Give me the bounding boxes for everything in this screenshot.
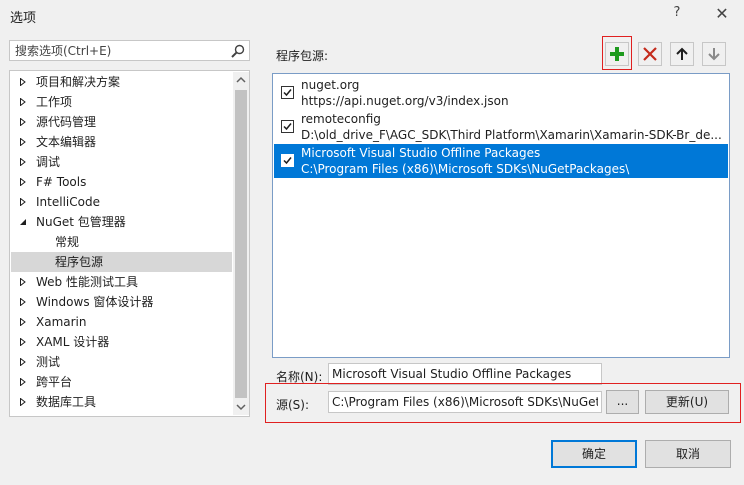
tree-item-label: 文本编辑器: [36, 135, 97, 149]
ok-button[interactable]: 确定: [551, 440, 637, 468]
enabled-checkbox[interactable]: [281, 154, 294, 167]
close-button[interactable]: ✕: [712, 3, 732, 25]
tree-item[interactable]: 跨平台: [11, 372, 232, 392]
scroll-down-icon[interactable]: [233, 399, 249, 415]
name-input[interactable]: [329, 364, 598, 384]
source-list-item[interactable]: nuget.org https://api.nuget.org/v3/index.…: [274, 76, 728, 110]
browse-button[interactable]: ...: [606, 390, 639, 414]
chevron-right-icon[interactable]: [19, 152, 29, 172]
tree-item[interactable]: Xamarin: [11, 312, 232, 332]
tree-item-label: 数据库工具: [36, 395, 97, 409]
chevron-expanded-icon[interactable]: [19, 212, 29, 232]
chevron-right-icon[interactable]: [19, 392, 29, 412]
tree-scrollbar[interactable]: [233, 72, 249, 415]
search-icon[interactable]: [230, 43, 246, 59]
chevron-right-icon[interactable]: [19, 72, 29, 92]
remove-source-button[interactable]: [638, 42, 662, 66]
source-input[interactable]: [329, 392, 598, 412]
tree-item-label: XAML 设计器: [36, 335, 110, 349]
source-url: https://api.nuget.org/v3/index.json: [301, 94, 509, 108]
source-field-box: [328, 391, 602, 413]
source-list-item[interactable]: Microsoft Visual Studio Offline Packages…: [274, 144, 728, 178]
source-url: C:\Program Files (x86)\Microsoft SDKs\Nu…: [301, 162, 630, 176]
tree-item-label: NuGet 包管理器: [36, 215, 126, 229]
tree-item-label: 工作项: [36, 95, 73, 109]
move-up-button[interactable]: [670, 42, 694, 66]
tree-item[interactable]: F# Tools: [11, 172, 232, 192]
tree-item[interactable]: NuGet 包管理器: [11, 212, 232, 232]
tree-item-label: 调试: [36, 155, 61, 169]
chevron-right-icon[interactable]: [19, 192, 29, 212]
chevron-right-icon[interactable]: [19, 132, 29, 152]
move-down-button[interactable]: [702, 42, 726, 66]
chevron-right-icon[interactable]: [19, 312, 29, 332]
search-box: [9, 40, 250, 61]
scroll-thumb[interactable]: [235, 90, 247, 398]
tree-item[interactable]: 调试: [11, 152, 232, 172]
tree-item-label: IntelliCode: [36, 195, 100, 209]
tree-item-label: Windows 窗体设计器: [36, 295, 154, 309]
tree-item[interactable]: IntelliCode: [11, 192, 232, 212]
chevron-right-icon[interactable]: [19, 332, 29, 352]
source-name: nuget.org: [301, 78, 360, 92]
chevron-right-icon[interactable]: [19, 272, 29, 292]
options-tree: 项目和解决方案 工作项源代码管理文本编辑器调试 F# Tools IntelliCod…: [9, 70, 250, 417]
enabled-checkbox[interactable]: [281, 86, 294, 99]
tree-item-label: 源代码管理: [36, 115, 97, 129]
tree-item[interactable]: 数据库工具: [11, 392, 232, 412]
tree-item[interactable]: 项目和解决方案: [11, 72, 232, 92]
source-name: Microsoft Visual Studio Offline Packages: [301, 146, 541, 160]
tree-item-label: F# Tools: [36, 175, 87, 189]
tree-item-label: 程序包源: [55, 255, 104, 269]
tree-item[interactable]: 文本编辑器: [11, 132, 232, 152]
chevron-right-icon[interactable]: [19, 352, 29, 372]
source-label: 源(S):: [276, 398, 310, 412]
tree-item[interactable]: 程序包源: [11, 252, 232, 272]
source-url: D:\old_drive_F\AGC_SDK\Third Platform\Xa…: [301, 128, 722, 142]
tree-item-label: 跨平台: [36, 375, 73, 389]
cancel-button[interactable]: 取消: [645, 440, 731, 468]
chevron-right-icon[interactable]: [19, 292, 29, 312]
source-name: remoteconfig: [301, 112, 381, 126]
sources-list: nuget.org https://api.nuget.org/v3/index.…: [272, 73, 730, 358]
name-field-box: [328, 363, 602, 385]
tree-item-label: 测试: [36, 355, 61, 369]
chevron-right-icon[interactable]: [19, 112, 29, 132]
enabled-checkbox[interactable]: [281, 120, 294, 133]
chevron-right-icon[interactable]: [19, 372, 29, 392]
sources-label: 程序包源:: [276, 49, 329, 63]
tree-item[interactable]: Windows 窗体设计器: [11, 292, 232, 312]
tree-item[interactable]: Web 性能测试工具: [11, 272, 232, 292]
tree-item-label: 项目和解决方案: [36, 75, 121, 89]
title-bar: [0, 0, 744, 30]
add-source-button[interactable]: [605, 42, 629, 66]
chevron-right-icon[interactable]: [19, 172, 29, 192]
tree-item[interactable]: 测试: [11, 352, 232, 372]
update-button[interactable]: 更新(U): [645, 390, 729, 414]
source-list-item[interactable]: remoteconfig D:\old_drive_F\AGC_SDK\Third…: [274, 110, 728, 144]
tree-item-label: Xamarin: [36, 315, 87, 329]
tree-item[interactable]: 工作项: [11, 92, 232, 112]
scroll-up-icon[interactable]: [233, 72, 249, 88]
tree-item[interactable]: 源代码管理: [11, 112, 232, 132]
tree-item-label: 常规: [55, 235, 80, 249]
chevron-right-icon[interactable]: [19, 92, 29, 112]
tree-item[interactable]: 常规: [11, 232, 232, 252]
help-button[interactable]: ?: [670, 5, 684, 23]
search-input[interactable]: [10, 41, 220, 60]
tree-item[interactable]: XAML 设计器: [11, 332, 232, 352]
tree-item-label: Web 性能测试工具: [36, 275, 138, 289]
window-title: 选项: [10, 11, 37, 26]
